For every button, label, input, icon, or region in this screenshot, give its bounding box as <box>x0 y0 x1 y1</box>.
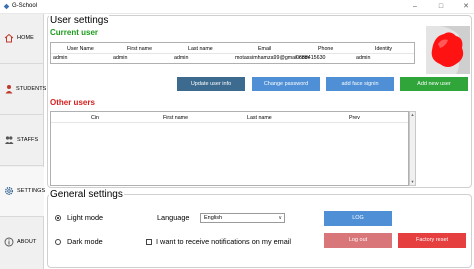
notifications-checkbox[interactable] <box>146 239 152 245</box>
factory-reset-button[interactable]: Factory reset <box>398 233 466 248</box>
sidebar-item-home[interactable]: HOME <box>0 14 44 64</box>
scroll-up-icon[interactable]: ▲ <box>410 112 415 118</box>
log-button[interactable]: LOG <box>324 211 392 226</box>
logout-button[interactable]: Log out <box>324 233 392 248</box>
vertical-scrollbar[interactable]: ▲ ▼ <box>409 111 416 186</box>
column-header[interactable]: Phone <box>318 46 333 52</box>
language-label: Language <box>157 213 190 222</box>
user-settings-panel: User settings Current user User Name Fir… <box>47 15 472 188</box>
app-logo-icon <box>3 3 10 10</box>
sidebar-item-settings[interactable]: SETTINGS <box>0 167 46 217</box>
sidebar-item-label: SETTINGS <box>17 188 46 194</box>
title-bar: G-School – □ ✕ <box>0 0 474 14</box>
column-header[interactable]: First name <box>127 46 152 52</box>
light-mode-label[interactable]: Light mode <box>67 213 103 222</box>
sidebar-item-about[interactable]: ABOUT <box>0 218 44 268</box>
table-cell[interactable]: admin <box>113 55 127 61</box>
dark-mode-label[interactable]: Dark mode <box>67 237 103 246</box>
light-mode-radio[interactable] <box>55 215 61 221</box>
add-new-user-button[interactable]: Add new user <box>400 77 468 91</box>
avatar-image <box>426 26 470 74</box>
gear-icon <box>5 187 13 195</box>
sidebar-item-students[interactable]: STUDENTS <box>0 65 47 115</box>
column-header[interactable]: User Name <box>67 46 94 52</box>
home-icon <box>4 33 14 43</box>
general-settings-panel: General settings <box>47 189 472 268</box>
column-header[interactable]: Email <box>258 46 271 52</box>
sidebar: HOME STUDENTS STAFFS SETTINGS ABOUT <box>0 14 47 269</box>
info-icon <box>4 237 14 247</box>
maximize-button[interactable]: □ <box>436 2 446 11</box>
sidebar-item-label: HOME <box>17 35 34 41</box>
column-header[interactable]: Prev <box>349 115 360 121</box>
minimize-button[interactable]: – <box>410 2 420 11</box>
staffs-icon <box>5 136 14 144</box>
other-users-heading: Other users <box>50 98 95 107</box>
dark-mode-radio[interactable] <box>55 239 61 245</box>
general-settings-title: General settings <box>49 189 124 200</box>
sidebar-item-label: STAFFS <box>17 137 39 143</box>
sidebar-item-label: ABOUT <box>17 239 37 245</box>
current-user-heading: Current user <box>50 28 99 37</box>
column-header[interactable]: First name <box>163 115 188 121</box>
column-header[interactable]: Last name <box>188 46 213 52</box>
close-button[interactable]: ✕ <box>461 2 471 11</box>
window-title: G-School <box>12 3 38 9</box>
scroll-down-icon[interactable]: ▼ <box>410 179 415 185</box>
table-cell[interactable]: admin <box>174 55 188 61</box>
change-password-button[interactable]: Change password <box>252 77 320 91</box>
sidebar-item-staffs[interactable]: STAFFS <box>0 116 44 166</box>
notifications-label[interactable]: I want to receive notifications on my em… <box>156 237 291 246</box>
language-selected-value: English <box>204 215 223 221</box>
sidebar-item-label: STUDENTS <box>16 86 47 92</box>
table-cell[interactable]: 0688415630 <box>296 55 325 61</box>
user-settings-title: User settings <box>49 15 110 26</box>
update-user-info-button[interactable]: Update user info <box>177 77 245 91</box>
settings-page: User settings Current user User Name Fir… <box>45 14 474 269</box>
table-cell[interactable]: admin <box>53 55 67 61</box>
column-header[interactable]: Identity <box>375 46 392 52</box>
avatar <box>426 26 470 74</box>
language-select[interactable]: English ∨ <box>200 213 285 223</box>
current-user-table[interactable]: User Name First name Last name Email Pho… <box>50 42 415 64</box>
chevron-down-icon: ∨ <box>278 215 282 221</box>
other-users-table[interactable]: Cin First name Last name Prev <box>50 111 409 186</box>
add-face-signin-button[interactable]: add face signin <box>326 77 394 91</box>
table-cell[interactable]: admin <box>356 55 370 61</box>
column-header[interactable]: Cin <box>91 115 99 121</box>
students-icon <box>5 85 13 94</box>
column-header[interactable]: Last name <box>247 115 272 121</box>
